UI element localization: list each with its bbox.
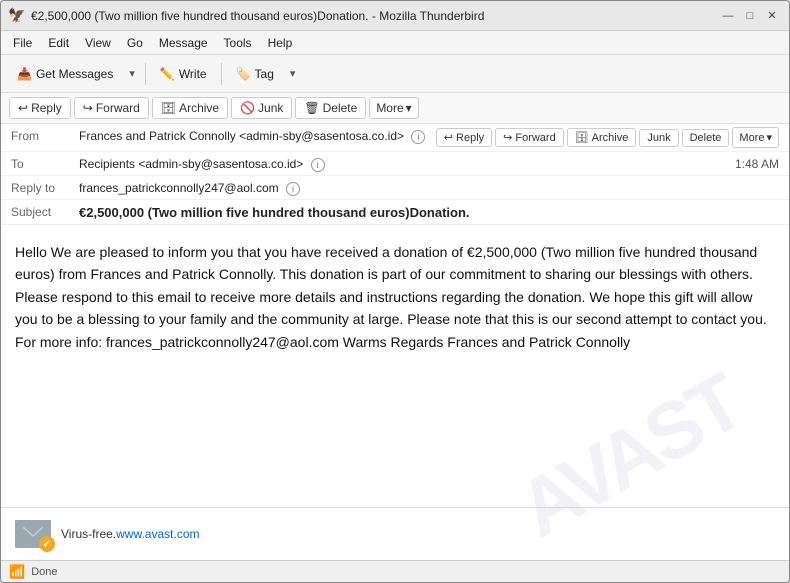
reply-to-info-icon[interactable]: i [286, 182, 300, 196]
subject-row: Subject €2,500,000 (Two million five hun… [1, 200, 789, 224]
forward-button[interactable]: ↪ Forward [74, 97, 149, 119]
get-messages-dropdown[interactable]: ▾ [125, 63, 139, 84]
from-label: From [11, 127, 79, 143]
inline-delete-button[interactable]: Delete [682, 129, 730, 147]
menu-help[interactable]: Help [260, 34, 301, 52]
archive-button[interactable]: 🗄 Archive [152, 97, 228, 119]
menu-tools[interactable]: Tools [216, 34, 260, 52]
from-value: Frances and Patrick Connolly <admin-sby@… [79, 127, 430, 144]
email-body-text: Hello We are pleased to inform you that … [15, 241, 775, 353]
email-time: 1:48 AM [735, 155, 779, 171]
forward-icon: ↪ [83, 101, 93, 115]
junk-button[interactable]: 🚫 Junk [231, 97, 292, 119]
inline-junk-label: Junk [647, 132, 670, 144]
inline-actions: ↩ Reply ↪ Forward 🗄 Archive Junk Delete [436, 127, 779, 148]
email-body: Hello We are pleased to inform you that … [1, 225, 789, 507]
window-title: €2,500,000 (Two million five hundred tho… [31, 9, 719, 23]
maximize-button[interactable]: □ [741, 7, 759, 25]
separator-2 [221, 63, 222, 85]
inline-junk-button[interactable]: Junk [639, 129, 678, 147]
archive-label: Archive [179, 101, 219, 115]
menu-file[interactable]: File [5, 34, 40, 52]
inline-archive-icon: 🗄 [575, 131, 589, 144]
reply-icon: ↩ [18, 101, 28, 115]
more-chevron-icon: ▾ [406, 101, 412, 115]
tag-icon: 🏷️ [236, 67, 251, 81]
menu-message[interactable]: Message [151, 34, 216, 52]
avast-link[interactable]: www.avast.com [116, 527, 199, 541]
from-row: From Frances and Patrick Connolly <admin… [1, 124, 789, 152]
to-info-icon[interactable]: i [311, 158, 325, 172]
from-info-icon[interactable]: i [411, 130, 425, 144]
close-button[interactable]: ✕ [763, 7, 781, 25]
tag-label: Tag [255, 67, 274, 81]
app-icon: 🦅 [9, 8, 25, 24]
inline-archive-label: Archive [592, 132, 629, 144]
delete-icon: 🗑 [304, 101, 319, 115]
avast-badge: ✓ [39, 536, 55, 552]
forward-label: Forward [96, 101, 140, 115]
window-controls: — □ ✕ [719, 7, 781, 25]
inline-more-button[interactable]: More ▾ [732, 127, 779, 148]
reply-to-row: Reply to frances_patrickconnolly247@aol.… [1, 176, 789, 200]
inline-reply-icon: ↩ [444, 131, 453, 144]
reply-to-value: frances_patrickconnolly247@aol.com i [79, 179, 779, 196]
inline-more-chevron-icon: ▾ [766, 131, 772, 144]
write-label: Write [179, 67, 207, 81]
menu-view[interactable]: View [77, 34, 119, 52]
inline-reply-label: Reply [456, 132, 484, 144]
to-row: To Recipients <admin-sby@sasentosa.co.id… [1, 152, 789, 176]
archive-icon: 🗄 [161, 101, 176, 115]
junk-label: Junk [258, 101, 283, 115]
to-value: Recipients <admin-sby@sasentosa.co.id> i [79, 155, 735, 172]
from-text: Frances and Patrick Connolly <admin-sby@… [79, 129, 404, 143]
write-button[interactable]: ✏️ Write [152, 63, 215, 85]
more-button[interactable]: More ▾ [369, 97, 418, 119]
separator-1 [145, 63, 146, 85]
status-bar: 📶 Done [1, 560, 789, 582]
avast-text: Virus-free.www.avast.com [61, 527, 200, 541]
inline-delete-label: Delete [690, 132, 722, 144]
inline-reply-button[interactable]: ↩ Reply [436, 128, 492, 147]
reply-label: Reply [31, 101, 62, 115]
minimize-button[interactable]: — [719, 7, 737, 25]
avast-footer: ✓ Virus-free.www.avast.com [1, 507, 789, 560]
avast-icon-wrap: ✓ [15, 516, 51, 552]
delete-button[interactable]: 🗑 Delete [295, 97, 366, 119]
menu-go[interactable]: Go [119, 34, 151, 52]
delete-label: Delete [323, 101, 358, 115]
to-label: To [11, 155, 79, 171]
get-messages-button[interactable]: 📥 Get Messages [9, 63, 121, 85]
subject-value: €2,500,000 (Two million five hundred tho… [79, 203, 779, 220]
avast-virus-free-text: Virus-free. [61, 527, 116, 541]
more-label: More [376, 101, 403, 115]
write-icon: ✏️ [160, 67, 175, 81]
inline-forward-icon: ↪ [503, 131, 512, 144]
get-messages-label: Get Messages [36, 67, 113, 81]
inline-more-label: More [739, 132, 764, 144]
wifi-icon: 📶 [9, 564, 25, 580]
menu-bar: File Edit View Go Message Tools Help [1, 31, 789, 55]
junk-icon: 🚫 [240, 101, 255, 115]
to-text: Recipients <admin-sby@sasentosa.co.id> [79, 157, 303, 171]
inline-forward-label: Forward [515, 132, 555, 144]
menu-edit[interactable]: Edit [40, 34, 77, 52]
action-bar: ↩ Reply ↪ Forward 🗄 Archive 🚫 Junk 🗑 Del… [1, 93, 789, 124]
reply-button[interactable]: ↩ Reply [9, 97, 71, 119]
status-text: Done [31, 566, 57, 578]
reply-to-label: Reply to [11, 179, 79, 195]
inline-forward-button[interactable]: ↪ Forward [495, 128, 564, 147]
main-toolbar: 📥 Get Messages ▾ ✏️ Write 🏷️ Tag ▾ [1, 55, 789, 93]
email-header: From Frances and Patrick Connolly <admin… [1, 124, 789, 225]
tag-dropdown[interactable]: ▾ [286, 63, 300, 84]
inline-archive-button[interactable]: 🗄 Archive [567, 128, 637, 147]
get-messages-icon: 📥 [17, 67, 32, 81]
title-bar: 🦅 €2,500,000 (Two million five hundred t… [1, 1, 789, 31]
reply-to-text: frances_patrickconnolly247@aol.com [79, 181, 279, 195]
tag-button[interactable]: 🏷️ Tag [228, 63, 282, 85]
subject-label: Subject [11, 203, 79, 219]
